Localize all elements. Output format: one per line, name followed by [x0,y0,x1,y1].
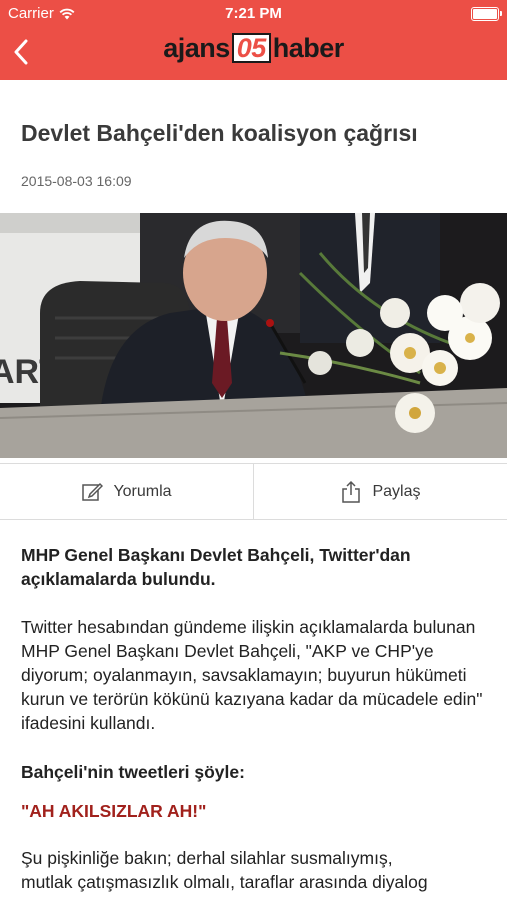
share-button[interactable]: Paylaş [253,464,507,519]
app-logo: ajans 05 haber [0,33,507,64]
article-date: 2015-08-03 16:09 [21,173,132,189]
article-subhead: Bahçeli'nin tweetleri şöyle: [21,762,245,782]
edit-icon [82,482,104,501]
comment-button[interactable]: Yorumla [0,464,253,519]
article-body: MHP Genel Başkanı Devlet Bahçeli, Twitte… [21,543,486,894]
article-actions: Yorumla Paylaş [0,463,507,520]
photo-illustration: ART [0,213,507,458]
battery-icon [471,7,502,21]
status-bar: Carrier 7:21 PM [0,0,507,28]
logo-badge: 05 [231,33,271,63]
share-icon [342,480,361,503]
article-title: Devlet Bahçeli'den koalisyon çağrısı [21,120,418,146]
paragraph-2-line-2: mutlak çatışmasızlık olmalı, taraflar ar… [21,872,428,892]
logo-text-haber: haber [272,33,345,63]
article-paragraph-2: Şu pişkinliğe bakın; derhal silahlar sus… [21,846,486,894]
share-label: Paylaş [372,482,421,500]
article-quote: "AH AKILSIZLAR AH!" [21,801,207,821]
logo-text-ajans: ajans [163,33,230,63]
article-lead: MHP Genel Başkanı Devlet Bahçeli, Twitte… [21,545,411,589]
status-time: 7:21 PM [225,5,282,22]
article-photo: ART [0,213,507,458]
paragraph-2-line-1: Şu pişkinliğe bakın; derhal silahlar sus… [21,848,393,868]
navigation-bar: Carrier 7:21 PM ajans 05 haber [0,0,507,80]
comment-label: Yorumla [113,482,172,500]
article-paragraph: Twitter hesabından gündeme ilişkin açıkl… [21,617,483,733]
